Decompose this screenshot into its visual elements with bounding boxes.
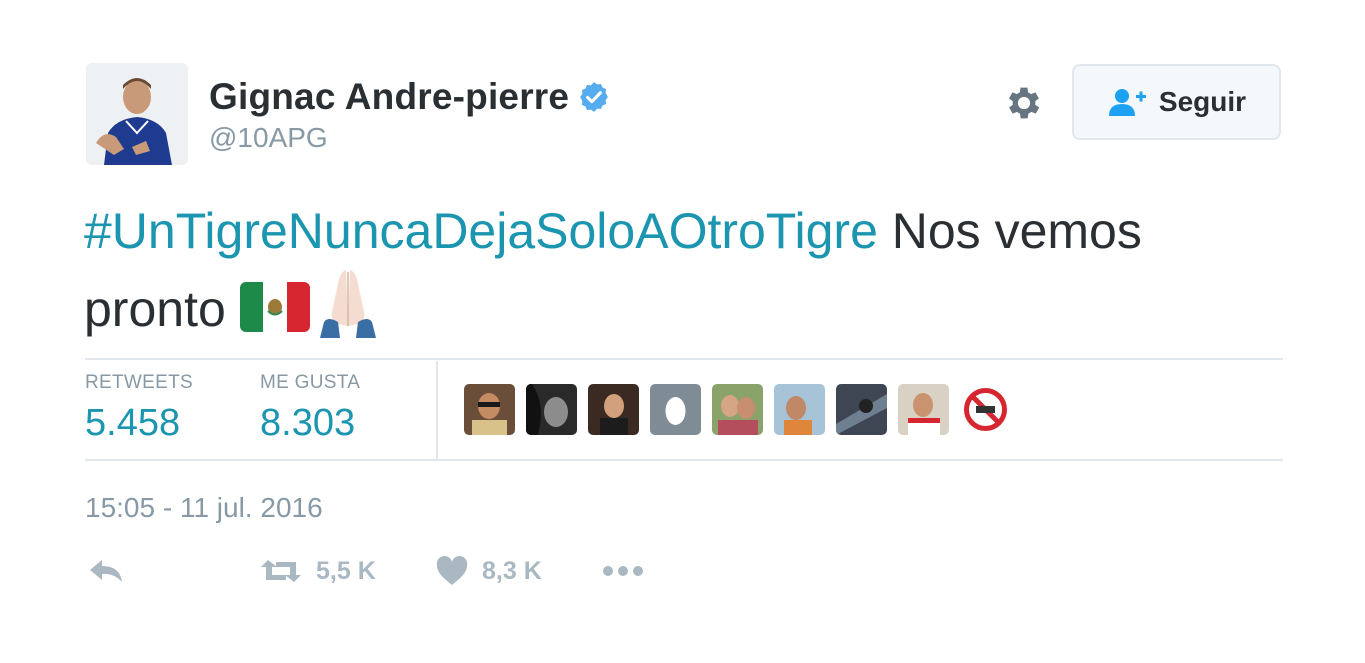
liker-avatar[interactable]: [650, 384, 701, 435]
tweet-timestamp[interactable]: 15:05 - 11 jul. 2016: [85, 492, 323, 524]
stats-vertical-divider: [436, 361, 438, 459]
retweet-icon: [261, 560, 301, 582]
liker-avatar[interactable]: [774, 384, 825, 435]
reply-icon: [90, 560, 122, 582]
folded-hands-icon: [319, 270, 376, 338]
retweet-count: 5,5 K: [316, 556, 376, 585]
liker-avatar[interactable]: [464, 384, 515, 435]
liker-avatar[interactable]: [836, 384, 887, 435]
likes-value: 8.303: [260, 402, 356, 444]
liker-avatar[interactable]: [898, 384, 949, 435]
liker-avatar-image: [526, 384, 577, 435]
heart-icon: [436, 556, 468, 585]
retweets-stat[interactable]: RETWEETS 5.458: [85, 372, 193, 445]
likes-stat[interactable]: ME GUSTA 8.303: [260, 372, 360, 445]
default-egg-avatar-icon: [650, 384, 701, 435]
like-button[interactable]: 8,3 K: [436, 556, 542, 586]
likes-label: ME GUSTA: [260, 372, 361, 393]
stats-top-divider: [85, 358, 1283, 360]
liker-avatar[interactable]: [960, 384, 1011, 435]
likers-avatar-list: [464, 384, 1022, 435]
mexico-flag-icon: [239, 282, 310, 332]
user-handle[interactable]: @10APG: [209, 122, 328, 154]
retweet-button[interactable]: 5,5 K: [260, 556, 376, 586]
tweet-text: #UnTigreNuncaDejaSoloAOtroTigre Nos vemo…: [84, 198, 1234, 342]
liker-avatar-image: [836, 384, 887, 435]
more-dots-icon: [603, 566, 643, 576]
retweets-value: 5.458: [85, 402, 181, 444]
liker-avatar-image: [774, 384, 825, 435]
liker-avatar[interactable]: [712, 384, 763, 435]
avatar-image: [86, 63, 188, 165]
verified-badge-icon: [580, 82, 609, 112]
liker-avatar-image: [588, 384, 639, 435]
tweet-hashtag[interactable]: #UnTigreNuncaDejaSoloAOtroTigre: [84, 203, 878, 259]
liker-avatar-image: [898, 384, 949, 435]
liker-avatar[interactable]: [526, 384, 577, 435]
liker-avatar[interactable]: [588, 384, 639, 435]
liker-avatar-image: [712, 384, 763, 435]
user-avatar[interactable]: [86, 63, 188, 165]
stats-bottom-divider: [85, 459, 1283, 461]
more-options-button[interactable]: [602, 556, 644, 586]
retweets-label: RETWEETS: [85, 372, 193, 393]
no-symbol-avatar-icon: [960, 384, 1011, 435]
gear-icon[interactable]: [1003, 82, 1045, 124]
liker-avatar-image: [464, 384, 515, 435]
like-count: 8,3 K: [482, 556, 542, 585]
follow-button-label: Seguir: [1158, 86, 1247, 117]
tweet-card: Gignac Andre-pierre @10APG Seguir #UnTig…: [0, 0, 1365, 663]
user-name-row: Gignac Andre-pierre: [209, 76, 611, 118]
reply-button[interactable]: [88, 556, 124, 586]
follow-button[interactable]: Seguir: [1072, 64, 1281, 140]
add-user-icon: [1108, 89, 1146, 116]
user-name[interactable]: Gignac Andre-pierre: [209, 76, 569, 118]
